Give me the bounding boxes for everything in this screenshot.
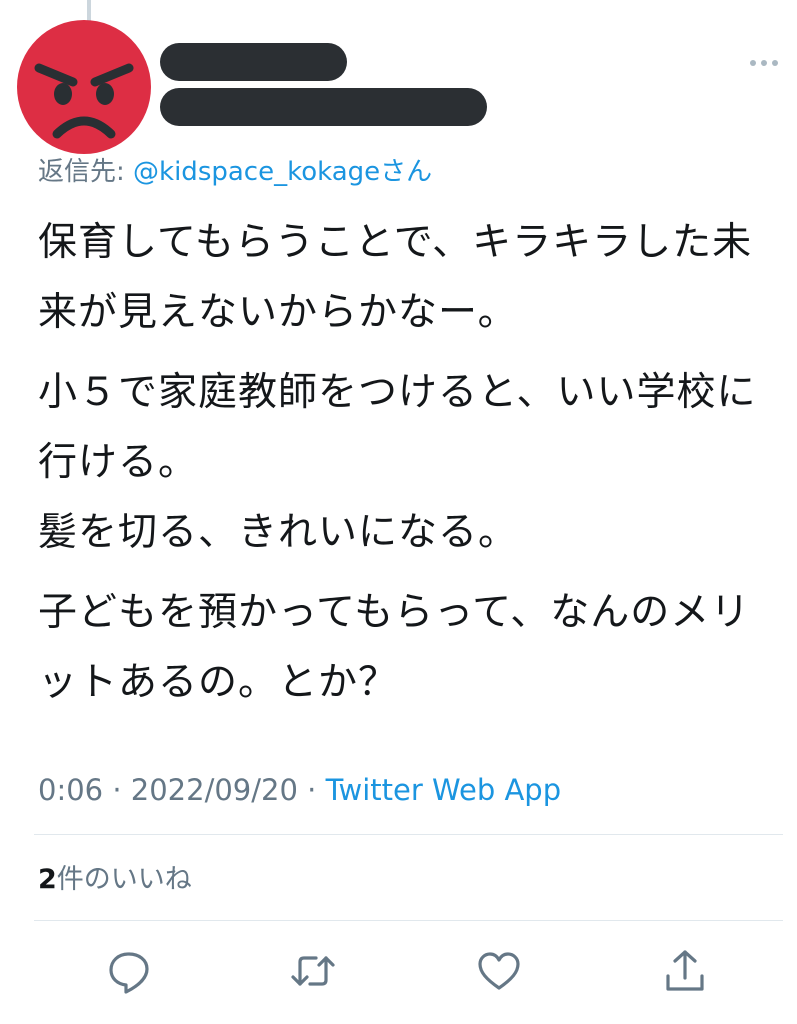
tweet-line: 小５で家庭教師をつけると、いい学校に行ける。 [38,370,757,485]
replying-to-prefix: 返信先: [38,157,134,187]
tweet-paragraph: 髪を切る、きれいになる。 [38,510,519,555]
avatar[interactable] [17,20,151,154]
reply-button[interactable] [106,948,152,994]
tweet-text: 保育してもらうことで、キラキラした未来が見えないからかなー。 小５で家庭教師をつ… [38,208,768,728]
mention-link[interactable]: @kidspace_kokage [133,157,380,187]
replying-to: 返信先: @kidspace_kokageさん [38,152,432,192]
thread-connector-line [87,0,91,22]
share-icon [666,950,704,991]
tweet-date[interactable]: 2022/09/20 [131,773,298,807]
share-button[interactable] [662,948,708,994]
likes-number: 2 [38,864,57,895]
retweet-button[interactable] [290,948,336,994]
likes-label: 件のいいね [56,864,192,895]
tweet-meta: 0:06 · 2022/09/20 · Twitter Web App [38,768,561,812]
tweet-paragraph: 保育してもらうことで、キラキラした未来が見えないからかなー。 [38,220,753,335]
more-dots-icon[interactable] [748,55,780,71]
replying-to-suffix: さん [380,157,433,187]
redacted-display-name [160,43,347,81]
source-app-link[interactable]: Twitter Web App [326,773,562,807]
redacted-username [160,88,487,126]
retweet-icon [291,956,335,986]
tweet-paragraph: 子どもを預かってもらって、なんのメリットあるの。とか？ [38,590,751,705]
meta-separator: · [297,773,326,807]
meta-separator: · [103,773,131,807]
like-icon [478,952,520,990]
like-button[interactable] [476,948,522,994]
likes-count[interactable]: 2件のいいね [38,860,192,900]
angry-face-icon [34,63,134,139]
reply-icon [109,952,149,994]
divider [34,834,783,835]
tweet-paragraph: 小５で家庭教師をつけると、いい学校に行ける。 [38,358,768,498]
tweet-time[interactable]: 0:06 [38,773,103,807]
divider [34,920,783,921]
